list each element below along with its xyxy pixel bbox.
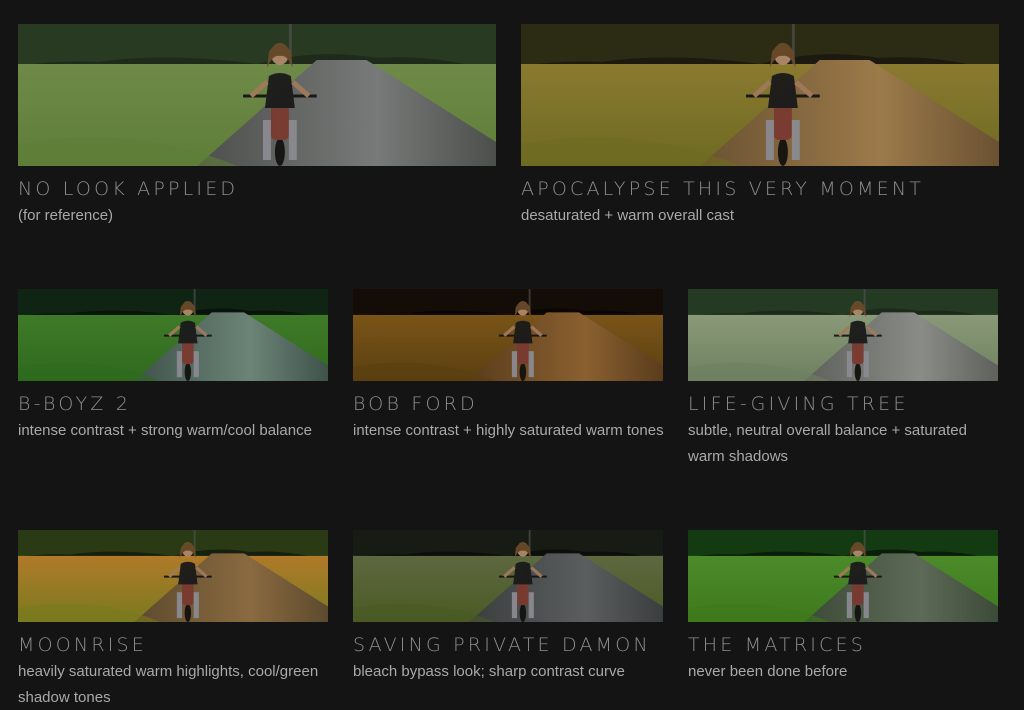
look-thumbnail[interactable]: [353, 289, 663, 381]
look-description: desaturated + warm overall cast: [521, 207, 735, 224]
look-description: (for reference): [18, 207, 114, 224]
look-thumbnail[interactable]: [18, 530, 328, 622]
look-title: No Look Applied: [18, 178, 239, 200]
look-card-bob-ford[interactable]: Bob Ford intense contrast + highly satur…: [353, 289, 665, 444]
look-description: intense contrast + highly saturated warm…: [353, 422, 664, 439]
look-thumbnail[interactable]: [521, 24, 999, 166]
look-thumbnail[interactable]: [688, 289, 998, 381]
look-title: Moonrise: [18, 634, 147, 656]
look-card-no-look[interactable]: No Look Applied (for reference): [18, 24, 498, 229]
look-card-apocalypse[interactable]: Apocalypse This Very Moment desaturated …: [521, 24, 1001, 229]
scene-image: [18, 289, 328, 381]
look-description: subtle, neutral overall balance + satura…: [688, 422, 967, 465]
scene-image: [18, 24, 496, 166]
look-title: Life-Giving Tree: [688, 393, 909, 415]
look-title: Saving Private Damon: [353, 634, 651, 656]
scene-image: [18, 530, 328, 622]
look-card-b-boyz[interactable]: B-Boyz 2 intense contrast + strong warm/…: [18, 289, 330, 444]
scene-image: [688, 289, 998, 381]
look-thumbnail[interactable]: [18, 24, 496, 166]
scene-image: [353, 530, 663, 622]
look-title: The Matrices: [688, 634, 866, 656]
look-description: never been done before: [688, 663, 848, 680]
look-thumbnail[interactable]: [18, 289, 328, 381]
look-title: B-Boyz 2: [18, 393, 131, 415]
look-description: intense contrast + strong warm/cool bala…: [18, 422, 312, 439]
scene-image: [688, 530, 998, 622]
look-card-life-giving-tree[interactable]: Life-Giving Tree subtle, neutral overall…: [688, 289, 1000, 469]
look-card-moonrise[interactable]: Moonrise heavily saturated warm highligh…: [18, 530, 330, 710]
look-title: Bob Ford: [353, 393, 478, 415]
look-description: bleach bypass look; sharp contrast curve: [353, 663, 625, 680]
look-card-the-matrices[interactable]: The Matrices never been done before: [688, 530, 1000, 685]
scene-image: [353, 289, 663, 381]
look-thumbnail[interactable]: [688, 530, 998, 622]
scene-image: [521, 24, 999, 166]
look-thumbnail[interactable]: [353, 530, 663, 622]
look-description: heavily saturated warm highlights, cool/…: [18, 663, 319, 706]
look-title: Apocalypse This Very Moment: [521, 178, 925, 200]
look-card-saving-private-damon[interactable]: Saving Private Damon bleach bypass look;…: [353, 530, 665, 685]
